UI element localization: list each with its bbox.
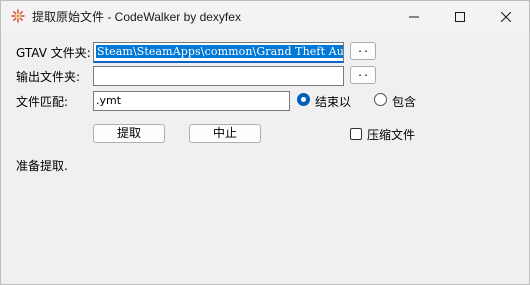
minimize-icon — [409, 16, 419, 17]
gtav-folder-value: Steam\SteamApps\common\Grand Theft Auto … — [96, 45, 343, 58]
window-title: 提取原始文件 - CodeWalker by dexyfex — [32, 10, 241, 24]
minimize-button[interactable] — [391, 1, 437, 32]
output-folder-browse-button[interactable]: .. — [350, 66, 376, 84]
output-folder-label: 输出文件夹: — [16, 70, 81, 84]
codewalker-app-icon — [11, 9, 25, 23]
output-folder-input[interactable] — [93, 66, 344, 86]
file-match-value: .ymt — [96, 94, 122, 107]
ends-with-label[interactable]: 结束以 — [315, 93, 351, 110]
gtav-folder-browse-button[interactable]: .. — [350, 42, 376, 60]
title-bar[interactable]: 提取原始文件 - CodeWalker by dexyfex — [1, 1, 529, 32]
close-icon — [501, 11, 511, 22]
contains-radio[interactable] — [374, 93, 387, 106]
compressed-files-checkbox[interactable] — [350, 128, 362, 140]
close-button[interactable] — [483, 1, 529, 32]
maximize-button[interactable] — [437, 1, 483, 32]
extract-button[interactable]: 提取 — [93, 124, 165, 143]
contains-label[interactable]: 包含 — [392, 93, 416, 110]
gtav-folder-label: GTAV 文件夹: — [16, 46, 91, 60]
extract-raw-files-window: 提取原始文件 - CodeWalker by dexyfex GTAV 文件夹:… — [0, 0, 530, 285]
compressed-files-label[interactable]: 压缩文件 — [367, 126, 415, 143]
gtav-folder-input[interactable]: Steam\SteamApps\common\Grand Theft Auto … — [93, 42, 344, 63]
maximize-icon — [455, 11, 465, 22]
file-match-label: 文件匹配: — [16, 95, 69, 109]
ends-with-radio[interactable] — [297, 93, 310, 106]
status-text: 准备提取. — [16, 159, 68, 173]
abort-button[interactable]: 中止 — [189, 124, 261, 143]
file-match-input[interactable]: .ymt — [93, 91, 290, 111]
